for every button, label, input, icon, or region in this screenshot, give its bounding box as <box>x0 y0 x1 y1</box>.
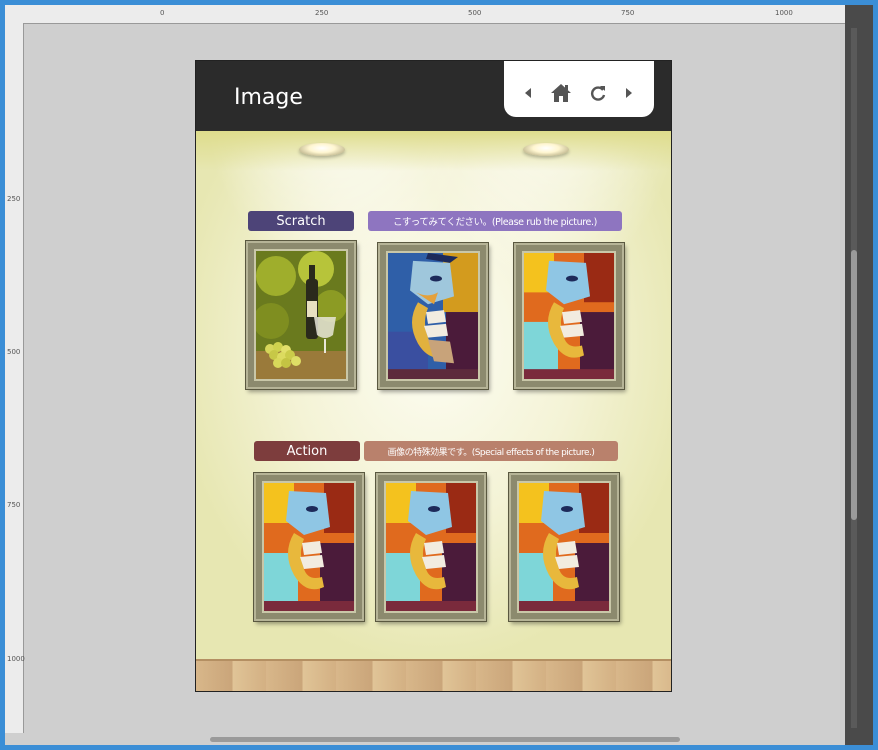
refresh-button[interactable] <box>586 81 610 105</box>
picture-frame-action-2[interactable] <box>376 473 486 621</box>
horizontal-scrollbar-thumb[interactable] <box>210 737 680 742</box>
ruler-tick: 250 <box>7 195 21 203</box>
picture-frame-action-1[interactable] <box>254 473 364 621</box>
picture-frame-action-3[interactable] <box>509 473 619 621</box>
navigation-bar <box>504 61 654 117</box>
ruler-tick: 250 <box>315 9 329 17</box>
triangle-left-icon <box>525 88 531 98</box>
ruler-tick: 750 <box>7 501 21 509</box>
previous-button[interactable] <box>516 81 540 105</box>
ceiling <box>196 131 671 171</box>
horizontal-ruler: 0 250 500 750 1000 <box>5 5 845 24</box>
vertical-ruler: 250 500 750 1000 <box>5 23 25 733</box>
page-preview: Image Scratch こすってみてください。(Please rub the… <box>195 60 672 692</box>
picture-frame-saxophone-scratch-2[interactable] <box>514 243 624 389</box>
ceiling-light <box>299 143 345 156</box>
side-panel-strip <box>845 5 873 745</box>
ruler-tick: 1000 <box>7 655 25 663</box>
ruler-tick: 500 <box>7 348 21 356</box>
home-icon <box>551 84 571 102</box>
saxophone-painting-image <box>264 483 354 611</box>
ruler-tick: 1000 <box>775 9 793 17</box>
wine-still-life-image <box>256 251 346 379</box>
refresh-icon <box>591 86 606 101</box>
action-section-description: 画像の特殊効果です。(Special effects of the pictur… <box>364 441 618 461</box>
ceiling-light <box>523 143 569 156</box>
app-header: Image <box>196 61 671 131</box>
action-section-label: Action <box>254 441 360 461</box>
triangle-right-icon <box>626 88 632 98</box>
saxophone-painting-image <box>524 253 614 379</box>
ruler-tick: 500 <box>468 9 482 17</box>
saxophone-painting-image <box>388 253 478 379</box>
picture-frame-saxophone-scratch[interactable] <box>378 243 488 389</box>
saxophone-painting-image <box>519 483 609 611</box>
home-button[interactable] <box>549 81 573 105</box>
next-button[interactable] <box>617 81 641 105</box>
picture-frame-wine[interactable] <box>246 241 356 389</box>
page-title: Image <box>234 85 303 110</box>
ruler-tick: 750 <box>621 9 635 17</box>
saxophone-painting-image <box>386 483 476 611</box>
vertical-scrollbar-thumb[interactable] <box>851 250 857 520</box>
scratch-section-label: Scratch <box>248 211 354 231</box>
scratch-section-description: こすってみてください。(Please rub the picture.) <box>368 211 622 231</box>
ruler-tick: 0 <box>160 9 165 17</box>
wooden-floor <box>196 661 671 691</box>
